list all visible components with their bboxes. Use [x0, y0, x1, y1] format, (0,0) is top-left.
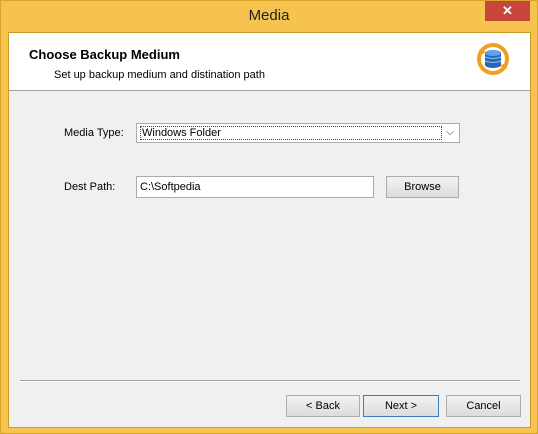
back-button[interactable]: < Back [286, 395, 360, 417]
title-bar[interactable]: Media ✕ [1, 1, 537, 32]
dialog-body: Choose Backup Medium Set up backup mediu… [8, 32, 531, 428]
dest-path-label: Dest Path: [64, 181, 116, 193]
wizard-header: Choose Backup Medium Set up backup mediu… [9, 33, 530, 91]
backup-database-icon [477, 43, 509, 75]
media-type-label: Media Type: [64, 127, 124, 139]
cancel-button[interactable]: Cancel [446, 395, 521, 417]
page-subtitle: Set up backup medium and distination pat… [54, 69, 265, 81]
chevron-down-icon[interactable]: ⌵ [443, 125, 457, 141]
browse-button[interactable]: Browse [386, 176, 459, 198]
close-icon: ✕ [502, 3, 513, 18]
footer-separator [20, 380, 520, 382]
close-button[interactable]: ✕ [485, 1, 530, 21]
media-dialog: Media ✕ Choose Backup Medium Set up back… [0, 0, 538, 434]
page-title: Choose Backup Medium [29, 47, 180, 62]
media-type-value: Windows Folder [140, 126, 442, 140]
media-type-select[interactable]: Windows Folder ⌵ [136, 123, 460, 143]
window-title: Media [248, 7, 290, 24]
dest-path-input[interactable]: C:\Softpedia [136, 176, 374, 198]
next-button[interactable]: Next > [363, 395, 439, 417]
